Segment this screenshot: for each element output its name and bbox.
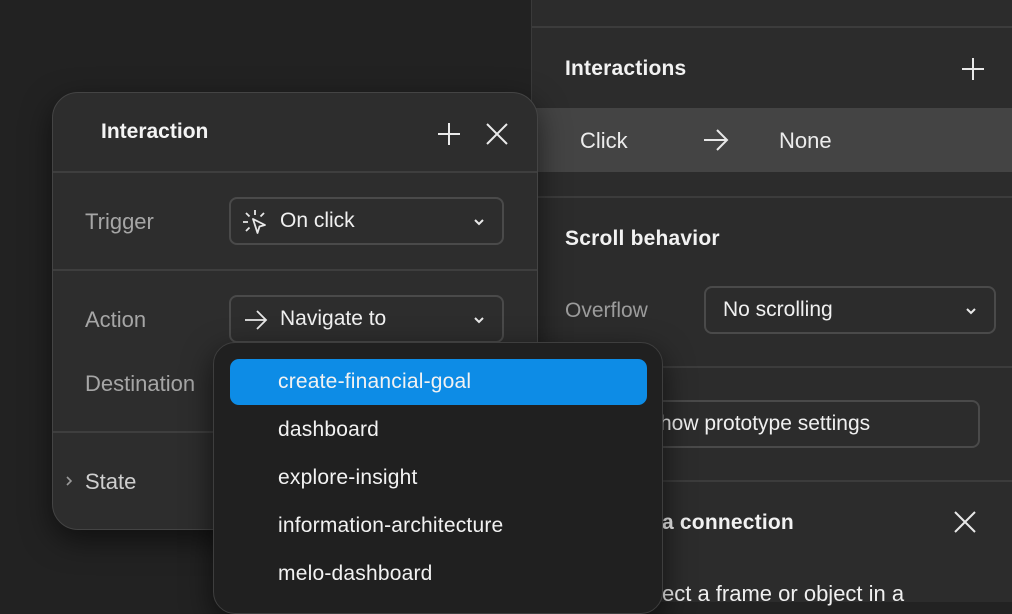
overflow-label: Overflow [565, 299, 648, 322]
cursor-click-icon [243, 210, 266, 234]
state-section-label[interactable]: State [85, 469, 136, 495]
overflow-select[interactable]: No scrolling [704, 286, 996, 334]
destination-dropdown: create-financial-goal dashboard explore-… [213, 342, 663, 614]
close-icon[interactable] [951, 508, 979, 536]
trigger-select[interactable]: On click [229, 197, 504, 245]
divider [53, 269, 537, 271]
interaction-target: None [779, 128, 832, 153]
dropdown-item-label: explore-insight [278, 466, 418, 489]
arrow-right-icon [245, 310, 268, 330]
chevron-down-icon [474, 317, 484, 324]
chevron-down-icon [966, 308, 976, 315]
add-interaction-icon[interactable] [959, 55, 987, 83]
dropdown-item[interactable]: melo-dashboard [230, 551, 647, 597]
close-icon[interactable] [484, 121, 510, 147]
trigger-value: On click [280, 209, 355, 232]
dropdown-item-label: information-architecture [278, 514, 504, 537]
divider [532, 26, 1012, 28]
arrow-right-icon [704, 129, 729, 151]
prototype-settings-label: how prototype settings [660, 412, 871, 435]
dropdown-item[interactable]: information-architecture [230, 503, 647, 549]
interaction-trigger: Click [580, 128, 628, 153]
popover-title: Interaction [101, 120, 209, 143]
interactions-title: Interactions [565, 57, 687, 80]
chevron-down-icon [474, 219, 484, 226]
scroll-behavior-title: Scroll behavior [565, 227, 720, 250]
dropdown-item[interactable]: dashboard [230, 407, 647, 453]
dropdown-item[interactable]: create-financial-goal [230, 359, 647, 405]
connection-hint: ect a frame or object in a [662, 581, 905, 606]
destination-label: Destination [85, 371, 196, 396]
divider [532, 196, 1012, 198]
dropdown-item[interactable]: explore-insight [230, 455, 647, 501]
dropdown-item-label: dashboard [278, 418, 380, 441]
overflow-value: No scrolling [723, 298, 833, 321]
add-icon[interactable] [436, 121, 462, 147]
divider [53, 171, 537, 173]
action-select[interactable]: Navigate to [229, 295, 504, 343]
action-label: Action [85, 307, 147, 332]
interaction-row[interactable]: Click None [532, 108, 1012, 172]
action-value: Navigate to [280, 307, 387, 330]
dropdown-item-label: melo-dashboard [278, 562, 433, 585]
connection-title: a connection [662, 511, 794, 534]
trigger-label: Trigger [85, 209, 154, 234]
dropdown-item-label: create-financial-goal [278, 370, 472, 393]
chevron-right-icon[interactable] [63, 474, 75, 488]
